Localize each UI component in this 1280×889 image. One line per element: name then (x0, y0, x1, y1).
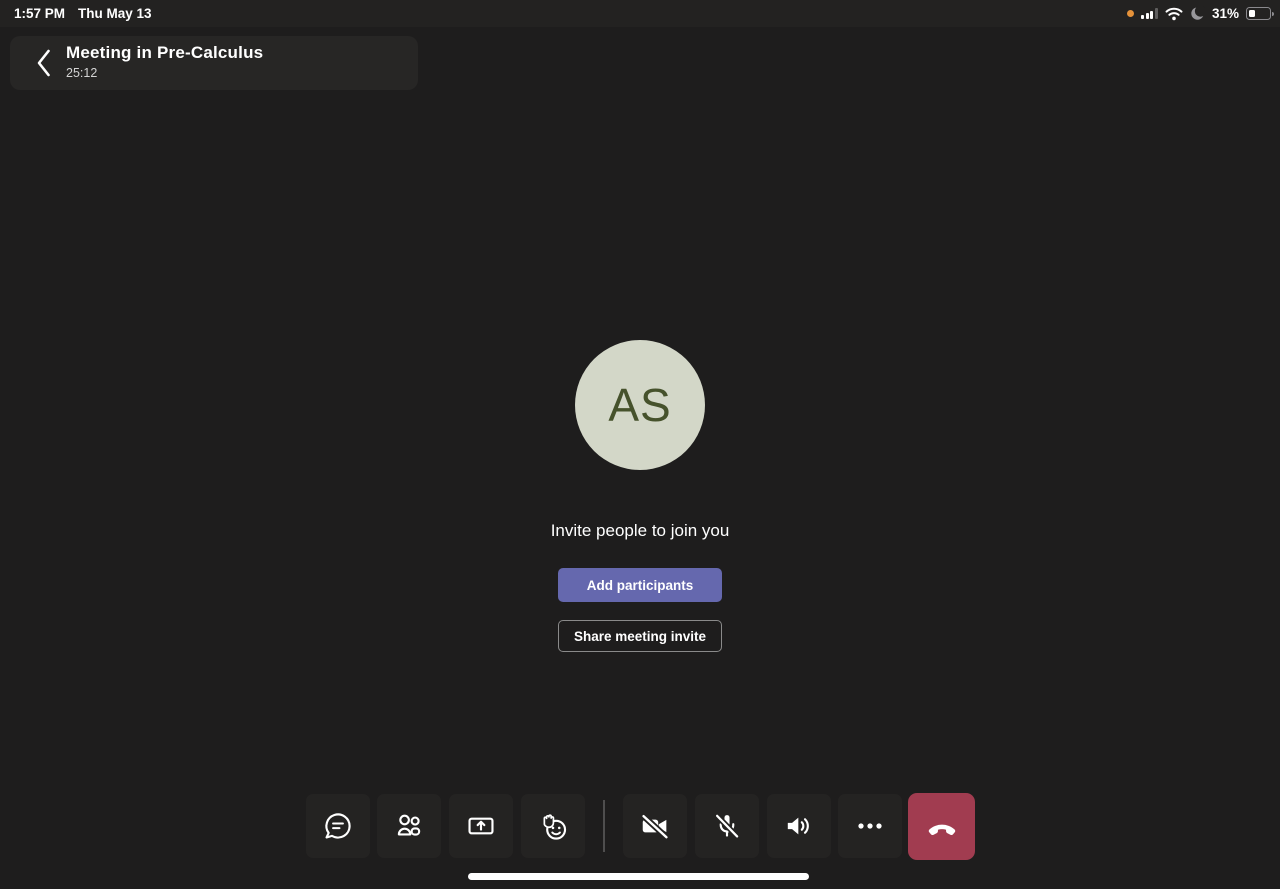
mic-off-icon (711, 810, 743, 842)
share-tray-icon (465, 810, 497, 842)
chat-icon (322, 810, 354, 842)
toolbar-divider (603, 800, 605, 852)
mic-in-use-indicator-icon (1127, 10, 1135, 17)
cellular-signal-icon (1141, 8, 1158, 19)
chevron-left-icon (35, 48, 52, 78)
clock-date: Thu May 13 (78, 6, 152, 21)
battery-icon (1246, 7, 1274, 20)
camera-off-icon (639, 810, 671, 842)
hang-up-button[interactable] (908, 793, 975, 860)
wifi-icon (1165, 7, 1183, 21)
meeting-timer: 25:12 (66, 66, 98, 80)
battery-percent: 31% (1211, 6, 1239, 21)
chat-button[interactable] (306, 794, 370, 858)
ellipsis-icon (855, 811, 885, 841)
status-bar-left: 1:57 PM Thu May 13 (14, 0, 152, 27)
hang-up-icon (924, 809, 960, 845)
meeting-header: Meeting in Pre-Calculus 25:12 (10, 36, 418, 90)
speaker-button[interactable] (767, 794, 831, 858)
raised-hand-smiley-icon (536, 809, 570, 843)
invite-prompt: Invite people to join you (550, 521, 730, 540)
status-bar-right: 31% (1127, 0, 1274, 27)
avatar-initials: AS (608, 379, 672, 431)
more-options-button[interactable] (838, 794, 902, 858)
people-icon (393, 810, 425, 842)
camera-toggle-button[interactable] (623, 794, 687, 858)
add-participants-button[interactable]: Add participants (558, 568, 722, 602)
speaker-icon (783, 810, 815, 842)
meeting-header-text: Meeting in Pre-Calculus 25:12 (66, 43, 263, 80)
meeting-title: Meeting in Pre-Calculus (66, 43, 264, 62)
share-screen-button[interactable] (449, 794, 513, 858)
reactions-button[interactable] (521, 794, 585, 858)
teams-meeting-screen: 1:57 PM Thu May 13 31% Meeting in Pre-Ca… (0, 0, 1280, 889)
participant-avatar: AS (575, 340, 705, 470)
clock-time: 1:57 PM (14, 6, 66, 21)
home-indicator[interactable] (468, 873, 809, 880)
moon-focus-icon (1190, 6, 1205, 21)
mic-toggle-button[interactable] (695, 794, 759, 858)
participants-button[interactable] (377, 794, 441, 858)
back-button[interactable] (24, 47, 62, 79)
share-meeting-invite-button[interactable]: Share meeting invite (558, 620, 722, 652)
status-bar: 1:57 PM Thu May 13 31% (0, 0, 1280, 27)
